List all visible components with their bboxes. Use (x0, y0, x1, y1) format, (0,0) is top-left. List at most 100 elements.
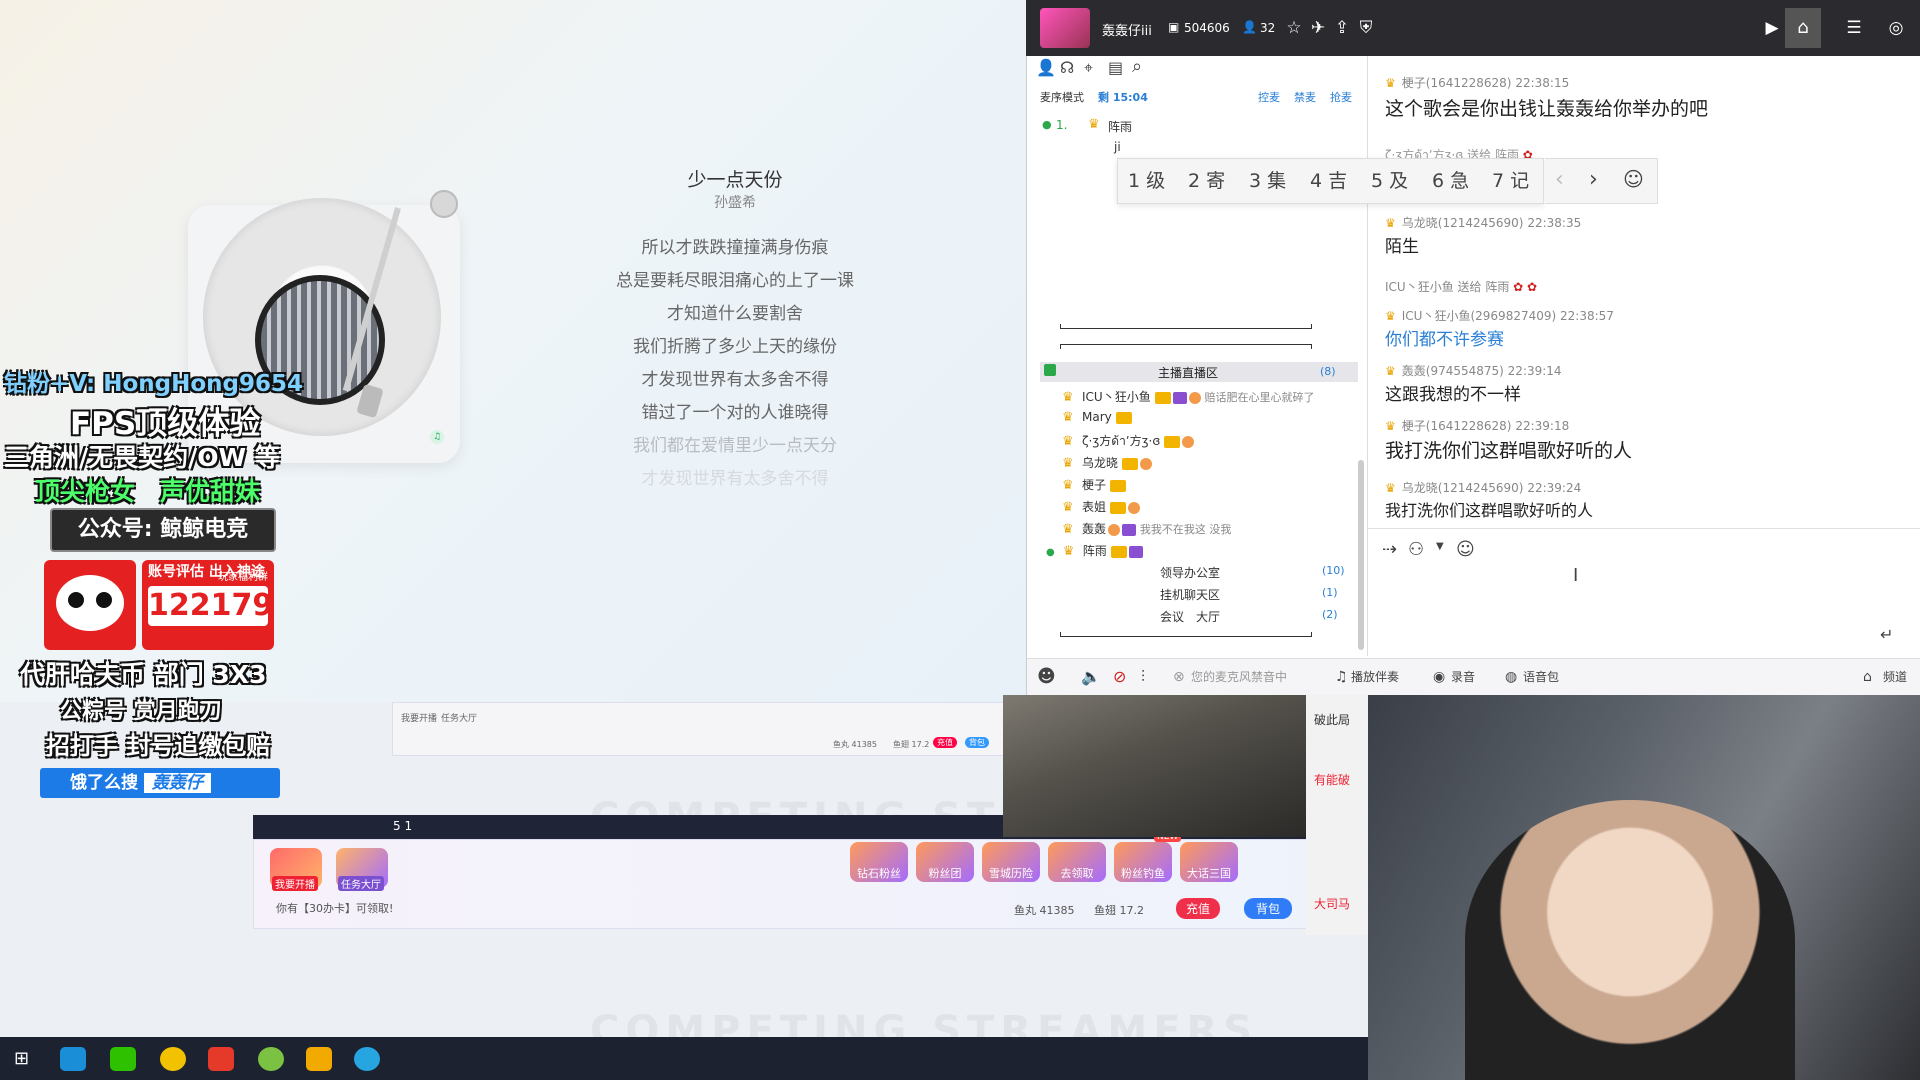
home-button[interactable]: ⌂ (1785, 8, 1821, 48)
level-badge (1122, 457, 1139, 470)
mic-control[interactable]: 控麦 (1258, 89, 1280, 105)
chat-message: 陌生 (1385, 237, 1419, 257)
gamepad-icon[interactable]: ⚇ (1408, 539, 1424, 560)
eleme-search-banner[interactable]: 饿了么搜 轰轰仔 (40, 768, 280, 798)
queue-name[interactable]: 阵雨 (1108, 118, 1132, 135)
mic-off-icon[interactable]: ⊘ (1113, 659, 1126, 695)
small-recharge[interactable]: 充值 (933, 737, 957, 748)
chat-meta: ♛ 轰轰(974554875) 22:39:14 (1385, 362, 1562, 379)
record-button[interactable]: 录音 (1451, 659, 1475, 695)
edge-icon[interactable] (60, 1047, 86, 1071)
gift-item[interactable]: 大话三国 (1180, 842, 1238, 882)
recharge-button[interactable]: 充值 (1176, 898, 1221, 919)
chat-input-area[interactable]: ⇢ ⚇ ▼ ☺ I ↵ (1368, 528, 1920, 659)
gift-item[interactable]: 去领取 (1048, 842, 1106, 882)
ime-candidate[interactable]: 4 吉 (1310, 159, 1347, 203)
chat-user[interactable]: 轰轰(974554875) (1402, 364, 1504, 378)
chat-user[interactable]: ICU丶狂小鱼(2969827409) (1402, 309, 1556, 323)
ime-next-icon[interactable]: › (1589, 167, 1598, 192)
ime-candidate[interactable]: 5 及 (1371, 159, 1408, 203)
crown-icon: ♛ (1062, 390, 1074, 405)
task-hall-label[interactable]: 任务大厅 (338, 876, 384, 891)
shield-icon[interactable]: ⛨ (1354, 16, 1378, 40)
member-row[interactable]: ♛ ζ·ʒ方ด้าʼ方ʒ·ɞ (1062, 432, 1382, 454)
member-note: 赔话肥在心里心就碎了 (1204, 391, 1315, 404)
music-app-icon[interactable]: ♫ (430, 430, 444, 444)
room-avatar[interactable] (1040, 8, 1090, 48)
ime-candidate[interactable]: 3 集 (1249, 159, 1286, 203)
ime-candidate[interactable]: 1 级 (1128, 159, 1165, 203)
member-row[interactable]: ● ♛ 阵雨 (1046, 542, 1366, 564)
channel-button[interactable]: 频道 (1883, 659, 1907, 695)
small-left-btn[interactable]: 任务大厅 (441, 711, 477, 724)
app-circle-icon[interactable] (160, 1047, 186, 1071)
speaker-icon[interactable]: 🔈 (1081, 659, 1101, 695)
voice-pack-icon[interactable]: ◍ (1505, 659, 1517, 695)
main-room-row[interactable]: 主播直播区 (8) (1040, 362, 1358, 382)
record-icon[interactable]: ◉ (1433, 659, 1445, 695)
voice-pack-button[interactable]: 语音包 (1523, 659, 1559, 695)
ime-candidate[interactable]: 2 寄 (1188, 159, 1225, 203)
mic-mode[interactable]: 麦序模式 (1040, 89, 1084, 105)
member-row[interactable]: ♛ Mary (1062, 410, 1382, 432)
chat-user[interactable]: 梗子(1641228628) (1402, 76, 1512, 90)
wechat-icon[interactable] (110, 1047, 136, 1071)
gift-item[interactable]: 雪城历险 (982, 842, 1040, 882)
chat-user[interactable]: 乌龙晓(1214245690) (1402, 216, 1524, 230)
chat-time: 22:39:18 (1515, 419, 1570, 433)
gamepad-icon[interactable]: ◎ (1884, 16, 1908, 40)
emoji-search-icon[interactable]: ☺ (1456, 539, 1475, 560)
ime-candidate[interactable]: 6 急 (1432, 159, 1469, 203)
lyric-line: 错过了一个对的人谁晓得 (641, 403, 829, 423)
small-left-btn[interactable]: 我要开播 (401, 711, 437, 724)
avatar-icon[interactable]: ☻ (1037, 659, 1056, 695)
mic-grab[interactable]: 抢麦 (1330, 89, 1352, 105)
windows-start-icon[interactable]: ⊞ (14, 1048, 29, 1069)
video-icon[interactable]: ▶ (1760, 16, 1784, 40)
user-icon[interactable]: 👤 (1036, 58, 1056, 77)
note-icon[interactable]: ▤ (1108, 58, 1123, 77)
shortcut-icon[interactable]: ⇢ (1382, 539, 1397, 560)
headset-icon[interactable]: ☊ (1060, 58, 1074, 77)
chevron-down-icon[interactable]: ▼ (1436, 541, 1444, 552)
chat-user[interactable]: 乌龙晓(1214245690) (1402, 481, 1524, 495)
card-notice[interactable]: 你有【30办卡】可领取! (276, 900, 393, 916)
ime-emoji-icon[interactable]: ☺ (1623, 167, 1644, 191)
plane-icon[interactable]: ✈ (1306, 16, 1330, 40)
gift-item[interactable]: 钻石粉丝 (850, 842, 908, 882)
equalizer-icon[interactable]: ⫶ (1141, 659, 1145, 695)
search-icon[interactable]: ⌕ (1132, 56, 1142, 77)
channel-home-icon[interactable]: ⌂ (1863, 659, 1872, 695)
mic-ban[interactable]: 禁麦 (1294, 89, 1316, 105)
enter-icon[interactable]: ↵ (1880, 625, 1893, 644)
subroom-row[interactable]: 领导办公室 (10) (1040, 564, 1360, 586)
member-row[interactable]: ♛ 表姐 (1062, 498, 1382, 520)
crown-icon: ♛ (1088, 117, 1100, 132)
browser-icon[interactable] (354, 1047, 380, 1071)
chat-user[interactable]: 梗子(1641228628) (1402, 419, 1512, 433)
backpack-button[interactable]: 背包 (1244, 898, 1293, 919)
subroom-row[interactable]: 挂机聊天区 (1) (1040, 586, 1360, 608)
queue-sub: ji (1114, 140, 1121, 154)
gift-item[interactable]: 粉丝钓鱼 (1114, 842, 1172, 882)
gift-item[interactable]: 粉丝团 (916, 842, 974, 882)
member-row[interactable]: ♛ ICU丶狂小鱼 赔话肥在心里心就碎了 (1062, 388, 1382, 410)
member-row[interactable]: ♛ 轰轰 我我不在我这 没我 (1062, 520, 1382, 542)
app-red-icon[interactable] (208, 1047, 234, 1071)
ime-prev-icon[interactable]: ‹ (1555, 167, 1564, 192)
app-green-icon[interactable] (258, 1047, 284, 1071)
small-pack[interactable]: 背包 (965, 737, 989, 748)
list-icon[interactable]: ☰ (1842, 16, 1866, 40)
star-icon[interactable]: ☆ (1282, 16, 1306, 40)
music-icon[interactable]: ♫ (1335, 659, 1348, 695)
yy-icon[interactable] (306, 1047, 332, 1071)
member-row[interactable]: ♛ 梗子 (1062, 476, 1382, 498)
member-row[interactable]: ♛ 乌龙晓 (1062, 454, 1382, 476)
share-icon[interactable]: ⇪ (1330, 16, 1354, 40)
play-accompaniment[interactable]: 播放伴奏 (1351, 659, 1399, 695)
subroom-row[interactable]: 会议 大厅 (2) (1040, 608, 1360, 630)
ime-candidate[interactable]: 7 记 (1492, 159, 1529, 203)
location-icon[interactable]: ⌖ (1084, 58, 1093, 78)
start-stream-label[interactable]: 我要开播 (272, 876, 318, 891)
channel-scrollbar[interactable] (1358, 460, 1364, 650)
